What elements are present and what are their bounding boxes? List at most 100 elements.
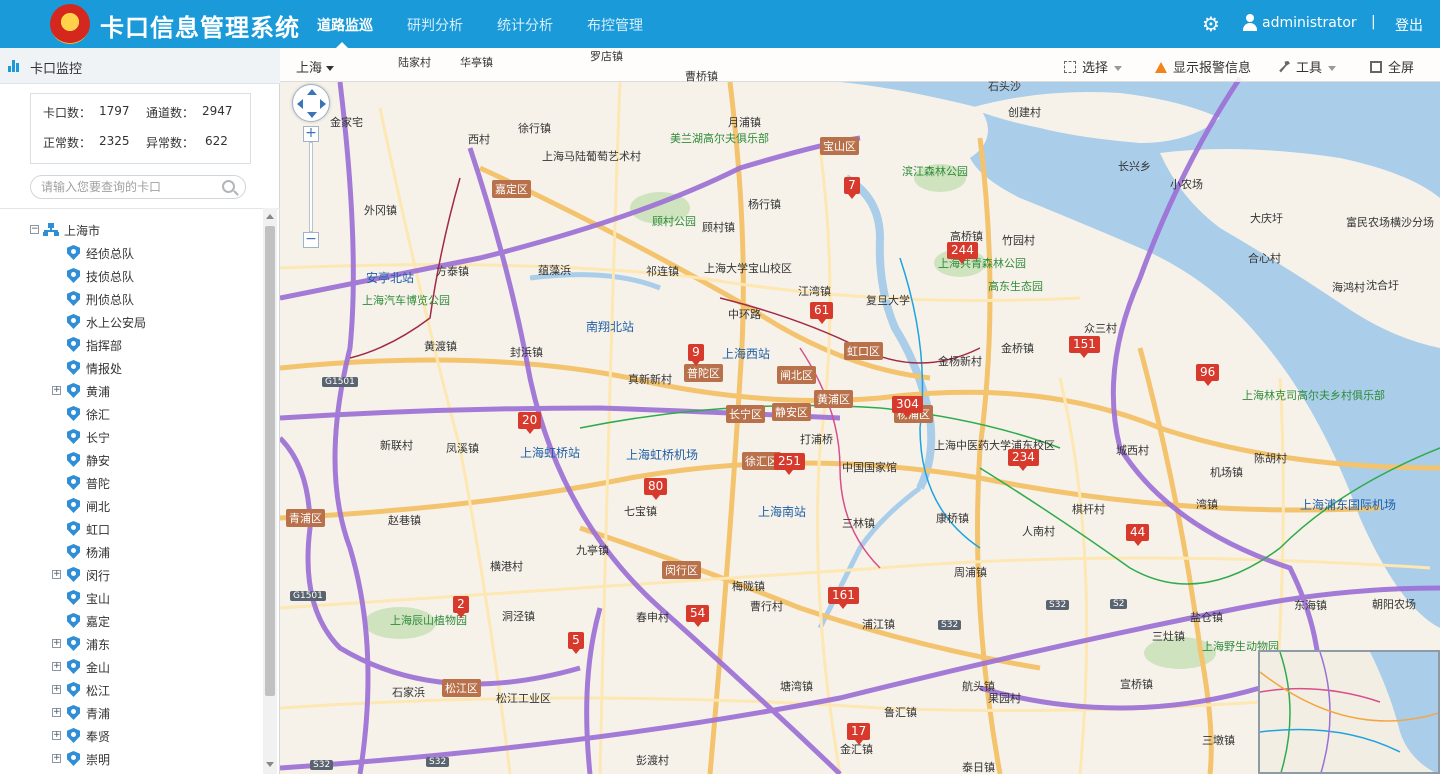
- nav-statistics[interactable]: 统计分析: [497, 15, 553, 35]
- checkpoint-count-marker[interactable]: 44: [1126, 524, 1150, 546]
- tree-item[interactable]: + 金山: [52, 656, 252, 676]
- search-icon[interactable]: [222, 180, 235, 193]
- tree-item[interactable]: 静安: [52, 449, 252, 469]
- district-label[interactable]: 虹口区: [844, 342, 883, 360]
- fullscreen-button[interactable]: 全屏: [1370, 57, 1414, 76]
- district-label[interactable]: 闵行区: [662, 561, 701, 579]
- tree-item[interactable]: 指挥部: [52, 334, 252, 354]
- expand-toggle-icon[interactable]: +: [52, 386, 61, 395]
- checkpoint-count-marker[interactable]: 9: [688, 344, 704, 366]
- expand-toggle-icon[interactable]: +: [52, 639, 61, 648]
- map-place-label: 上海汽车博览公园: [362, 294, 450, 307]
- tree-item[interactable]: 经侦总队: [52, 242, 252, 262]
- police-shield-icon: [67, 659, 80, 674]
- tree-item[interactable]: + 黄浦: [52, 380, 252, 400]
- nav-analysis[interactable]: 研判分析: [407, 15, 463, 35]
- district-label[interactable]: 闸北区: [777, 366, 816, 384]
- checkpoint-count-marker[interactable]: 304: [892, 396, 923, 418]
- district-label[interactable]: 静安区: [772, 403, 811, 421]
- checkpoint-search-input[interactable]: [41, 179, 211, 195]
- nav-control-management[interactable]: 布控管理: [587, 15, 643, 35]
- tree-item[interactable]: 技侦总队: [52, 265, 252, 285]
- expand-toggle-icon[interactable]: +: [52, 754, 61, 763]
- tree-item-label: 闵行: [86, 569, 111, 583]
- district-label[interactable]: 松江区: [442, 679, 481, 697]
- expand-toggle-icon[interactable]: +: [52, 685, 61, 694]
- checkpoint-count-marker[interactable]: 7: [844, 177, 860, 199]
- map-place-label: 大庆圩: [1250, 212, 1283, 225]
- checkpoint-count-marker[interactable]: 234: [1008, 449, 1039, 471]
- chevron-down-icon: [1328, 66, 1337, 71]
- expand-toggle-icon[interactable]: +: [52, 570, 61, 579]
- pan-control-icon[interactable]: [292, 84, 330, 122]
- tree-item[interactable]: 闸北: [52, 495, 252, 515]
- logout-link[interactable]: 登出: [1395, 15, 1423, 35]
- police-shield-icon: [67, 705, 80, 720]
- tree-root-shanghai[interactable]: − 上海市: [30, 219, 230, 239]
- checkpoint-count-marker[interactable]: 61: [810, 302, 834, 324]
- checkpoint-count-marker[interactable]: 2: [453, 596, 469, 618]
- tools-button[interactable]: 工具: [1278, 57, 1337, 76]
- zoom-out-button[interactable]: −: [303, 232, 319, 248]
- tree-item[interactable]: 徐汇: [52, 403, 252, 423]
- checkpoint-count-marker[interactable]: 17: [847, 723, 871, 745]
- district-label[interactable]: 长宁区: [726, 405, 765, 423]
- tree-item[interactable]: + 青浦: [52, 702, 252, 722]
- scroll-up-arrow-icon[interactable]: [266, 214, 274, 219]
- tree-item[interactable]: 宝山: [52, 587, 252, 607]
- tree-item[interactable]: + 松江: [52, 679, 252, 699]
- sidebar-scrollbar[interactable]: [263, 208, 277, 774]
- tree-item[interactable]: 虹口: [52, 518, 252, 538]
- tree-item[interactable]: 普陀: [52, 472, 252, 492]
- tree-item[interactable]: 情报处: [52, 357, 252, 377]
- zoom-slider[interactable]: [309, 142, 313, 232]
- tree-item-label: 青浦: [86, 707, 111, 721]
- overview-minimap[interactable]: [1258, 650, 1440, 774]
- map-place-label: 黄渡镇: [424, 340, 457, 353]
- tree-item[interactable]: 刑侦总队: [52, 288, 252, 308]
- checkpoint-count-marker[interactable]: 251: [774, 453, 805, 475]
- minimap-graphic: [1260, 652, 1438, 772]
- map-place-label: 顾村公园: [652, 215, 696, 228]
- checkpoint-count-marker[interactable]: 151: [1069, 336, 1100, 358]
- tree-item[interactable]: + 浦东: [52, 633, 252, 653]
- police-shield-icon: [67, 291, 80, 306]
- checkpoint-count-marker[interactable]: 54: [686, 605, 710, 627]
- zoom-in-button[interactable]: +: [303, 126, 319, 142]
- tree-item[interactable]: 杨浦: [52, 541, 252, 561]
- map-place-label: 西村: [468, 133, 490, 146]
- expand-toggle-icon[interactable]: +: [52, 662, 61, 671]
- tree-item[interactable]: + 崇明: [52, 748, 252, 768]
- tree-item[interactable]: 嘉定: [52, 610, 252, 630]
- checkpoint-count-marker[interactable]: 96: [1196, 364, 1220, 386]
- district-label[interactable]: 宝山区: [820, 137, 859, 155]
- map-place-label: 石头沙: [988, 80, 1021, 93]
- checkpoint-count-marker[interactable]: 80: [644, 478, 668, 500]
- map-view[interactable]: 上海 选择 显示报警信息 工具 全屏 + − 金家宅 徐行镇 西村 上海马陆葡萄艺术村…: [280, 48, 1440, 774]
- city-selector[interactable]: 上海: [296, 57, 335, 76]
- expand-toggle-icon[interactable]: +: [52, 731, 61, 740]
- district-label[interactable]: 青浦区: [286, 509, 325, 527]
- tree-item[interactable]: + 闵行: [52, 564, 252, 584]
- show-alarm-button[interactable]: 显示报警信息: [1155, 57, 1251, 76]
- warning-icon: [1155, 62, 1167, 73]
- username[interactable]: administrator: [1262, 15, 1357, 31]
- collapse-toggle-icon[interactable]: −: [30, 225, 39, 234]
- select-tool-button[interactable]: 选择: [1064, 57, 1123, 76]
- district-label[interactable]: 普陀区: [684, 364, 723, 382]
- tree-item[interactable]: + 奉贤: [52, 725, 252, 745]
- checkpoint-count-marker[interactable]: 20: [518, 412, 542, 434]
- district-label[interactable]: 嘉定区: [492, 180, 531, 198]
- checkpoint-count-marker[interactable]: 161: [828, 587, 859, 609]
- expand-toggle-icon[interactable]: +: [52, 708, 61, 717]
- tree-item[interactable]: 长宁: [52, 426, 252, 446]
- scrollbar-thumb[interactable]: [265, 226, 275, 696]
- top-navbar: 卡口信息管理系统 道路监巡 研判分析 统计分析 布控管理 ⚙ administr…: [0, 0, 1440, 48]
- district-label[interactable]: 黄浦区: [814, 390, 853, 408]
- nav-road-patrol[interactable]: 道路监巡: [317, 15, 373, 35]
- scroll-down-arrow-icon[interactable]: [266, 762, 274, 767]
- tree-item[interactable]: 水上公安局: [52, 311, 252, 331]
- gear-icon[interactable]: ⚙: [1202, 14, 1220, 34]
- checkpoint-count-marker[interactable]: 5: [568, 632, 584, 654]
- checkpoint-count-marker[interactable]: 244: [947, 242, 978, 264]
